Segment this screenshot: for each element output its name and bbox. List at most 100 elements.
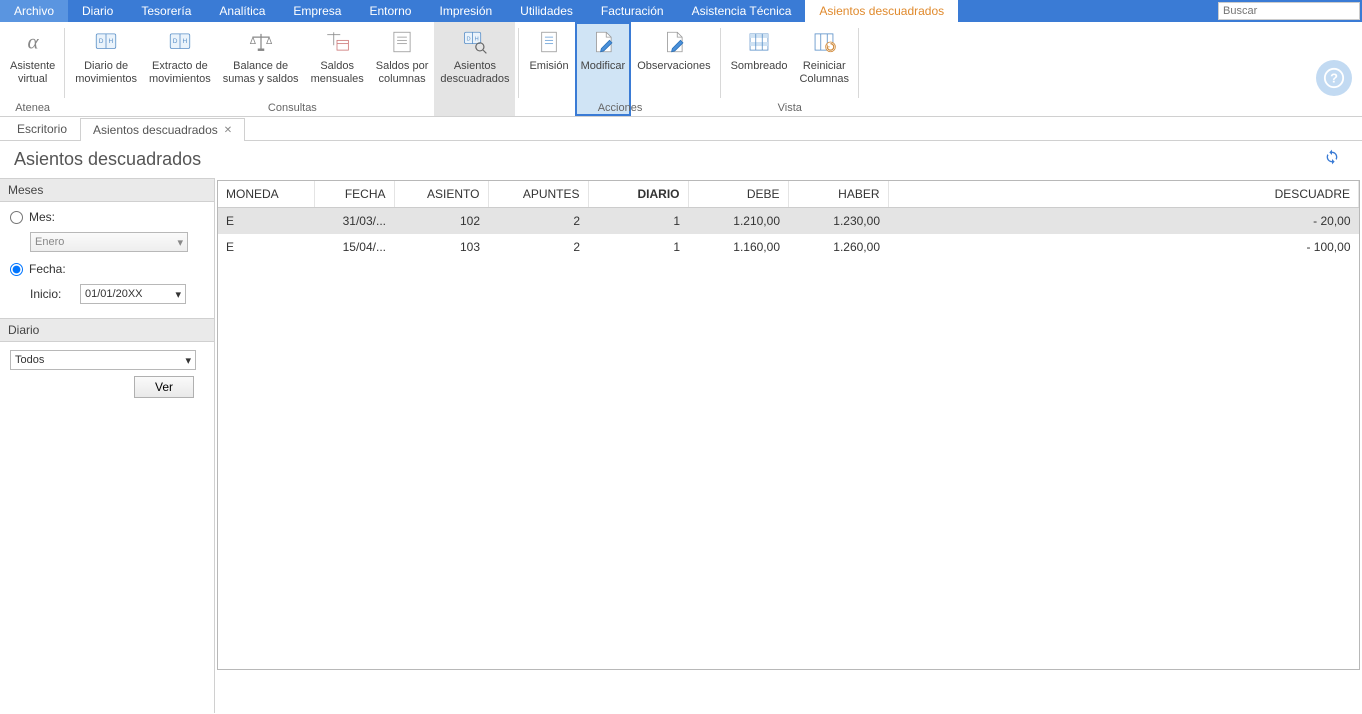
ribbon-group-vista: SombreadoReiniciarColumnasVista	[721, 22, 859, 116]
date-inicio[interactable]: 01/01/20XX ▾	[80, 284, 186, 304]
dh-search-icon: DH	[459, 28, 491, 56]
svg-text:D: D	[99, 38, 104, 45]
svg-text:H: H	[182, 38, 187, 45]
document-tabs: Escritorio Asientos descuadrados ✕	[0, 117, 1362, 141]
ribbon-group-label: Atenea	[0, 102, 65, 114]
menu-item-archivo[interactable]: Archivo	[0, 0, 68, 22]
scales-cal-icon	[321, 28, 353, 56]
close-icon[interactable]: ✕	[224, 125, 232, 136]
chevron-down-icon: ▾	[175, 288, 181, 301]
doc-tab-label: Asientos descuadrados	[93, 123, 218, 137]
date-inicio-value: 01/01/20XX	[85, 288, 143, 300]
grid-container: MONEDAFECHAASIENTOAPUNTESDIARIODEBEHABER…	[215, 178, 1362, 713]
page-header: Asientos descuadrados	[0, 141, 1362, 178]
reset-cols-icon	[808, 28, 840, 56]
ribbon-btn-label: Modificar	[581, 60, 626, 73]
col-header-descuadre[interactable]: DESCUADRE	[888, 181, 1359, 208]
table-cell: - 100,00	[888, 234, 1359, 260]
svg-text:H: H	[474, 36, 478, 42]
ribbon-btn-label: Observaciones	[637, 60, 710, 73]
shade-grid-icon	[743, 28, 775, 56]
ribbon-group-acciones: EmisiónModificarObservacionesAcciones	[519, 22, 720, 116]
ribbon-btn-label: Balance desumas y saldos	[223, 60, 299, 85]
col-header-apuntes[interactable]: APUNTES	[488, 181, 588, 208]
col-header-asiento[interactable]: ASIENTO	[394, 181, 488, 208]
col-header-haber[interactable]: HABER	[788, 181, 888, 208]
svg-text:H: H	[109, 38, 114, 45]
label-inicio: Inicio:	[30, 287, 70, 301]
menu-item-tesorer-a[interactable]: Tesorería	[127, 0, 205, 22]
menu-item-diario[interactable]: Diario	[68, 0, 127, 22]
table-cell: 15/04/...	[314, 234, 394, 260]
menu-bar: ArchivoDiarioTesoreríaAnalíticaEmpresaEn…	[0, 0, 1362, 22]
svg-text:?: ?	[1330, 71, 1338, 86]
menu-item-entorno[interactable]: Entorno	[355, 0, 425, 22]
col-header-moneda[interactable]: MONEDA	[218, 181, 314, 208]
ribbon-btn-label: Extracto demovimientos	[149, 60, 211, 85]
ribbon-group-consultas: DHDiario demovimientosDHExtracto demovim…	[65, 22, 519, 116]
ribbon-btn-label: Asistentevirtual	[10, 60, 55, 85]
menu-item-utilidades[interactable]: Utilidades	[506, 0, 587, 22]
doc-tab-label: Escritorio	[17, 122, 67, 136]
col-header-diario[interactable]: DIARIO	[588, 181, 688, 208]
table-cell: 1	[588, 208, 688, 235]
columns-doc-icon	[386, 28, 418, 56]
menu-item-asistencia-t-cnica[interactable]: Asistencia Técnica	[678, 0, 806, 22]
chevron-down-icon: ▾	[185, 354, 191, 367]
menu-item-facturaci-n[interactable]: Facturación	[587, 0, 678, 22]
svg-text:D: D	[466, 36, 470, 42]
search-input[interactable]	[1218, 2, 1360, 20]
ribbon-group-label: Acciones	[519, 102, 720, 114]
table-row[interactable]: E31/03/...102211.210,001.230,00- 20,00	[218, 208, 1359, 235]
ribbon-group-atenea: α Asistentevirtual Atenea	[0, 22, 65, 116]
panel-header-diario: Diario	[0, 318, 214, 342]
table-cell: E	[218, 234, 314, 260]
ribbon-btn-label: Saldosmensuales	[311, 60, 364, 85]
col-header-debe[interactable]: DEBE	[688, 181, 788, 208]
refresh-icon[interactable]	[1324, 149, 1340, 170]
table-row[interactable]: E15/04/...103211.160,001.260,00- 100,00	[218, 234, 1359, 260]
doc-edit-icon	[587, 28, 619, 56]
table-cell: - 20,00	[888, 208, 1359, 235]
menu-spacer	[958, 0, 1218, 22]
table-cell: 1.230,00	[788, 208, 888, 235]
table-cell: 102	[394, 208, 488, 235]
data-grid[interactable]: MONEDAFECHAASIENTOAPUNTESDIARIODEBEHABER…	[217, 180, 1360, 670]
table-cell: 1	[588, 234, 688, 260]
menu-item-empresa[interactable]: Empresa	[279, 0, 355, 22]
col-header-fecha[interactable]: FECHA	[314, 181, 394, 208]
panel-header-meses: Meses	[0, 178, 214, 202]
radio-fecha[interactable]	[10, 263, 23, 276]
radio-mes[interactable]	[10, 211, 23, 224]
ribbon-btn-label: ReiniciarColumnas	[799, 60, 849, 85]
sidebar: Meses Mes: Enero ▾ Fecha: Inicio: 01/01/…	[0, 178, 215, 713]
ribbon: αAsistentevirtualAteneaDHDiario demovimi…	[0, 22, 1362, 117]
ribbon-btn-label: Diario demovimientos	[75, 60, 137, 85]
menu-item-impresi-n[interactable]: Impresión	[425, 0, 506, 22]
svg-text:α: α	[27, 30, 39, 54]
ribbon-btn-label: Saldos porcolumnas	[376, 60, 429, 85]
scales-icon	[245, 28, 277, 56]
doc-edit2-icon	[658, 28, 690, 56]
table-cell: 103	[394, 234, 488, 260]
table-cell: 2	[488, 234, 588, 260]
ribbon-group-label: Vista	[721, 102, 859, 114]
ver-button[interactable]: Ver	[134, 376, 194, 398]
dh-doc-icon: DH	[90, 28, 122, 56]
table-cell: 1.160,00	[688, 234, 788, 260]
page-title: Asientos descuadrados	[14, 149, 201, 170]
combo-diario[interactable]: Todos ▾	[10, 350, 196, 370]
table-cell: E	[218, 208, 314, 235]
doc-tab-asientos-descuadrados[interactable]: Asientos descuadrados ✕	[80, 118, 245, 141]
help-button[interactable]: ?	[1316, 60, 1352, 96]
chevron-down-icon: ▾	[177, 236, 183, 249]
table-cell: 31/03/...	[314, 208, 394, 235]
menu-item-asientos-descuadrados[interactable]: Asientos descuadrados	[805, 0, 958, 22]
menu-item-anal-tica[interactable]: Analítica	[205, 0, 279, 22]
alpha-icon: α	[17, 28, 49, 56]
doc-tab-escritorio[interactable]: Escritorio	[4, 117, 80, 140]
main-area: Meses Mes: Enero ▾ Fecha: Inicio: 01/01/…	[0, 178, 1362, 713]
table-cell: 2	[488, 208, 588, 235]
dh-doc-icon: DH	[164, 28, 196, 56]
combo-mes[interactable]: Enero ▾	[30, 232, 188, 252]
